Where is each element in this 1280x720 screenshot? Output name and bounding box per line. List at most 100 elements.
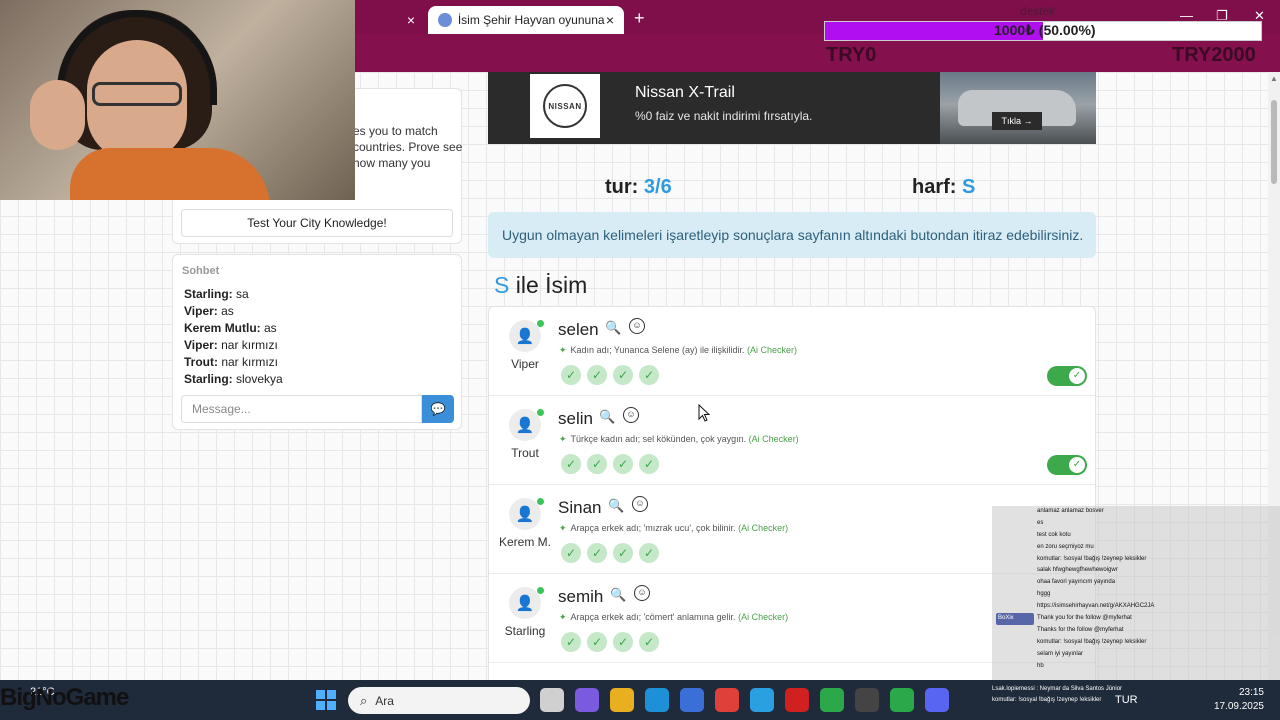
ai-explanation: ✦ Kadın adı; Yunanca Selene (ay) ile iliş… [559,345,797,356]
donation-goal: TRY2000 [1172,44,1256,66]
taskbar-app-icon[interactable] [680,688,704,712]
tab-inactive[interactable]: × [355,6,425,34]
tab-active[interactable]: İsim Şehir Hayvan oyununa katıl × [428,6,624,34]
chat-user: Viper: [184,304,218,318]
chat-panel: Sohbet Starling: sa Viper: as Kerem Mutl… [172,254,462,430]
chat-user: Kerem Mutlu: [184,321,261,335]
online-status-dot [537,320,544,327]
check-icon: ✓ [587,365,607,385]
scrollbar-thumb[interactable] [1271,100,1277,184]
round-value: 3/6 [643,176,672,198]
windows-start-icon[interactable] [316,690,336,710]
taskbar-app-icon[interactable] [610,688,634,712]
online-status-dot [537,409,544,416]
emoji-react-icon[interactable]: ☺ [632,496,648,512]
nissan-logo-text: NISSAN [543,84,587,128]
tab-close-icon[interactable]: × [606,12,614,28]
letter-label: harf: [912,176,957,198]
stream-chat-line: ohaa favori yayıncım yayında [992,577,1280,589]
search-icon[interactable]: 🔍 [608,498,624,514]
new-tab-button[interactable]: + [634,8,645,29]
scroll-up-icon[interactable]: ▲ [1270,74,1278,83]
tab-close-icon[interactable]: × [407,12,415,28]
ai-checker-label: (Ai Checker) [748,434,799,444]
stream-chat-text: en zoru seçmiyoz mu [1037,543,1094,550]
vote-checks: ✓ ✓ ✓ ✓ [561,632,659,652]
round-indicator: tur: 3/6 [605,176,672,199]
chat-message: Viper: as [184,303,283,320]
clock-time: 23:15 [1238,687,1264,698]
user-icon: 👤 [515,417,535,434]
check-icon: ✓ [587,543,607,563]
round-label: tur: [605,176,639,198]
chat-bubble-icon: 💬 [430,402,446,416]
stream-chat-user: BoXix [996,613,1034,625]
stream-chat-text: anlamaz anlamaz bosver [1037,508,1104,514]
sparkle-icon: ✦ [559,523,567,533]
donation-text: 1000₺ (50.00%) [994,22,1096,38]
player-name: Starling [504,624,546,638]
webcam-overlay [0,0,355,200]
check-icon: ✓ [587,454,607,474]
stream-chat-text: salak hfwghewgfhewhewoigwr [1037,567,1118,574]
stream-chat-text: hggg [1037,591,1051,598]
taskbar-app-icon[interactable] [890,688,914,712]
advertisement-banner[interactable]: NISSAN Nissan X-Trail %0 faiz ve nakit i… [488,72,1096,144]
favicon-icon [438,13,452,27]
stream-chat-text: Thank you for the follow @myferhat [1037,615,1132,622]
taskbar-search[interactable]: ⌕ Ara [348,687,530,714]
stream-chat-line: anlamaz anlamaz bosver [992,506,1280,518]
ai-explanation: ✦ Arapça erkek adı; 'mızrak ucu', çok bil… [559,523,788,534]
ad-car-image: Tıkla → [940,72,1096,144]
avatar: 👤 [509,320,541,352]
check-icon: ✓ [561,632,581,652]
online-status-dot [537,587,544,594]
headset-icon [57,10,217,105]
chat-title: Sohbet [182,265,220,277]
taskbar-app-icon[interactable] [820,688,844,712]
taskbar-app-icon[interactable] [925,688,949,712]
ai-checker-label: (Ai Checker) [738,523,789,533]
taskbar-app-icon[interactable] [575,688,599,712]
taskbar-app-icon[interactable] [715,688,739,712]
ai-checker-label: (Ai Checker) [747,345,798,355]
chat-text: as [217,304,234,318]
taskbar-app-icon[interactable] [645,688,669,712]
chat-send-button[interactable]: 💬 [422,395,454,423]
taskbar-app-icon[interactable] [785,688,809,712]
stream-chat-line: https://isimsehirhayvan.net/g/AKXAHGC2JA [992,601,1280,613]
avatar: 👤 [509,409,541,441]
search-icon[interactable]: 🔍 [599,409,615,425]
answer-word: semih [558,587,604,606]
donation-min: TRY0 [826,44,877,66]
donation-label: destek [1020,4,1056,18]
system-clock[interactable]: 23:15 17.09.2025 [1208,686,1264,714]
stream-chat-text: https://isimsehirhayvan.net/g/AKXAHGC2JA [1037,603,1155,610]
stream-chat-line: hggg [992,589,1280,601]
search-icon[interactable]: 🔍 [605,320,621,336]
ai-text: Arapça erkek adı; 'cömert' anlamına geli… [570,612,736,622]
taskbar-app-icon[interactable] [855,688,879,712]
check-icon: ✓ [1069,457,1085,473]
chat-message: Kerem Mutlu: as [184,320,283,337]
chat-message: Starling: sa [184,286,283,303]
emoji-react-icon[interactable]: ☺ [629,318,645,334]
stream-chat-line: selam iyi yayınlar [992,649,1280,661]
sparkle-icon: ✦ [559,345,567,355]
ad-cta-button[interactable]: Tıkla → [992,112,1042,130]
taskbar-app-icon[interactable] [540,688,564,712]
search-icon[interactable]: 🔍 [610,587,626,603]
accept-toggle[interactable]: ✓ [1047,455,1087,475]
avatar: 👤 [509,498,541,530]
stream-chat-line: salak hfwghewgfhewhewoigwr [992,565,1280,577]
stream-chat-text: komutlar: !sosyal !bağış !zeynep !eksikl… [1037,638,1147,645]
emoji-react-icon[interactable]: ☺ [623,407,639,423]
user-star-icon: 👤 [515,328,535,345]
test-city-knowledge-button[interactable]: Test Your City Knowledge! [181,209,453,237]
accept-toggle[interactable]: ✓ [1047,366,1087,386]
check-icon: ✓ [1069,368,1085,384]
emoji-react-icon[interactable]: ☺ [634,585,650,601]
chat-message: Trout: nar kırmızı [184,354,283,371]
taskbar-app-icon[interactable] [750,688,774,712]
chat-message-input[interactable]: Message... [181,395,422,423]
